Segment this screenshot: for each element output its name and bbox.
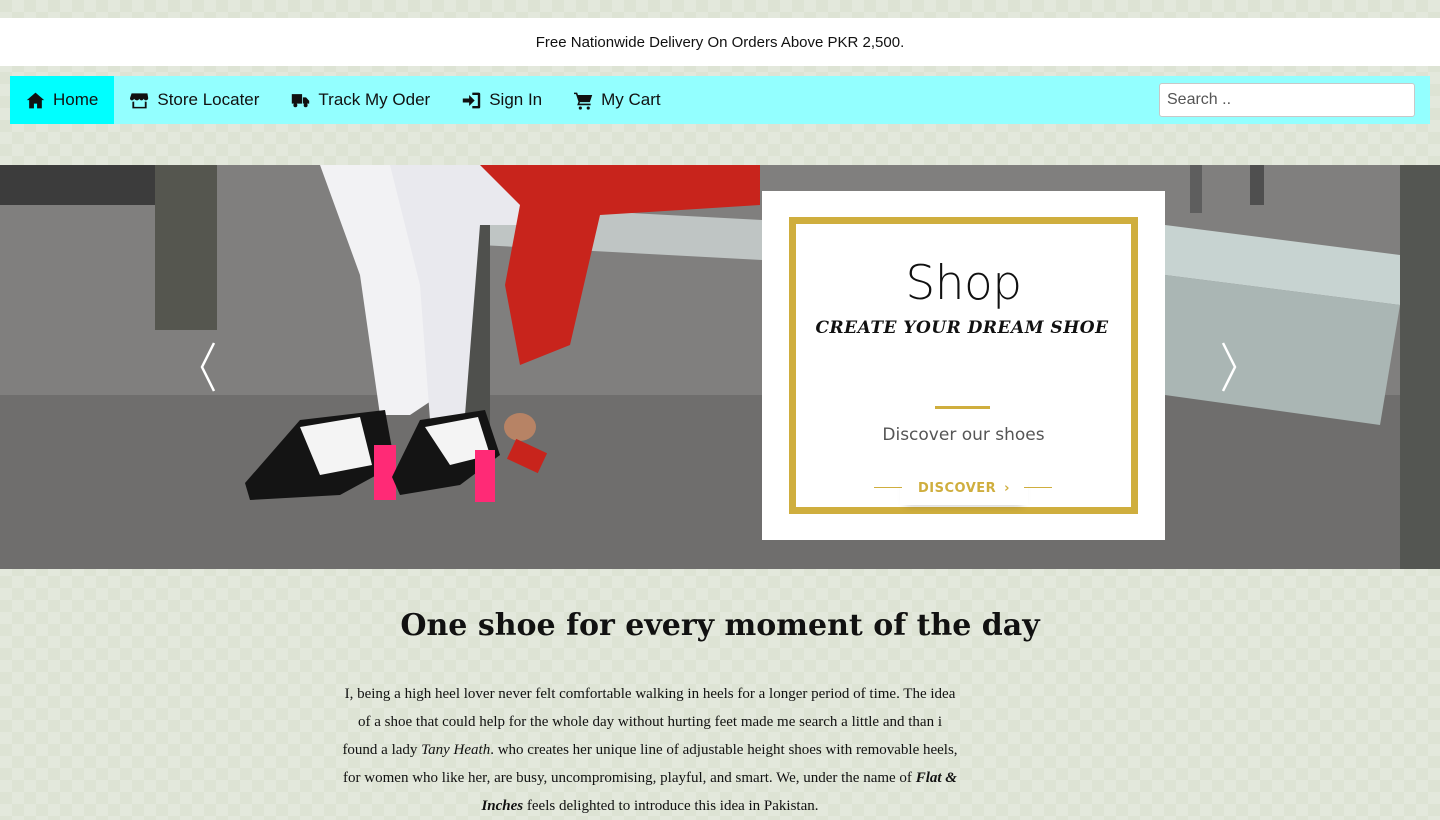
nav-item-label: Track My Oder (318, 90, 431, 109)
section-title: One shoe for every moment of the day (400, 608, 1040, 643)
promo-text: Free Nationwide Delivery On Orders Above… (535, 33, 905, 51)
promo-title: Shop (905, 256, 1022, 311)
promo-divider (935, 406, 990, 409)
home-icon (26, 92, 45, 108)
nav-item-sign-in[interactable]: Sign In (446, 76, 558, 124)
carousel-prev-button[interactable] (198, 341, 218, 393)
cart-icon (574, 92, 593, 110)
nav-item-label: My Cart (601, 90, 661, 109)
search-container (1159, 76, 1430, 124)
sign-in-icon (462, 92, 481, 108)
discover-button[interactable]: DISCOVER › (900, 471, 1028, 505)
nav-item-label: Store Locater (157, 90, 260, 109)
chevron-right-icon (1221, 342, 1237, 392)
promo-bar: Free Nationwide Delivery On Orders Above… (0, 18, 1440, 66)
nav-item-track-order[interactable]: Track My Oder (275, 76, 446, 124)
promo-card: Shop CREATE YOUR DREAM SHOE Discover our… (762, 191, 1165, 540)
nav-item-home[interactable]: Home (10, 76, 115, 124)
discover-button-label: DISCOVER (917, 480, 997, 496)
truck-icon (292, 93, 310, 107)
chevron-left-icon (200, 342, 216, 392)
nav-item-my-cart[interactable]: My Cart (558, 76, 677, 124)
main-nav: Home Store Locater Track My Oder Sign In… (10, 76, 1430, 124)
promo-subtitle: CREATE YOUR DREAM SHOE (815, 318, 1109, 338)
store-icon (130, 92, 149, 108)
designer-name: Tany Heath (421, 742, 491, 758)
decorative-line (874, 487, 902, 488)
intro-text: feels delighted to introduce this idea i… (523, 798, 819, 814)
chevron-right-icon: › (1004, 480, 1011, 496)
nav-item-label: Sign In (489, 90, 543, 109)
nav-item-label: Home (53, 90, 99, 109)
nav-item-store-locater[interactable]: Store Locater (114, 76, 275, 124)
promo-text: Discover our shoes (882, 425, 1045, 445)
hero-carousel: Shop CREATE YOUR DREAM SHOE Discover our… (0, 165, 1440, 569)
carousel-next-button[interactable] (1219, 341, 1239, 393)
search-input[interactable] (1159, 83, 1415, 117)
intro-paragraph: I, being a high heel lover never felt co… (340, 680, 960, 820)
decorative-line (1024, 487, 1052, 488)
